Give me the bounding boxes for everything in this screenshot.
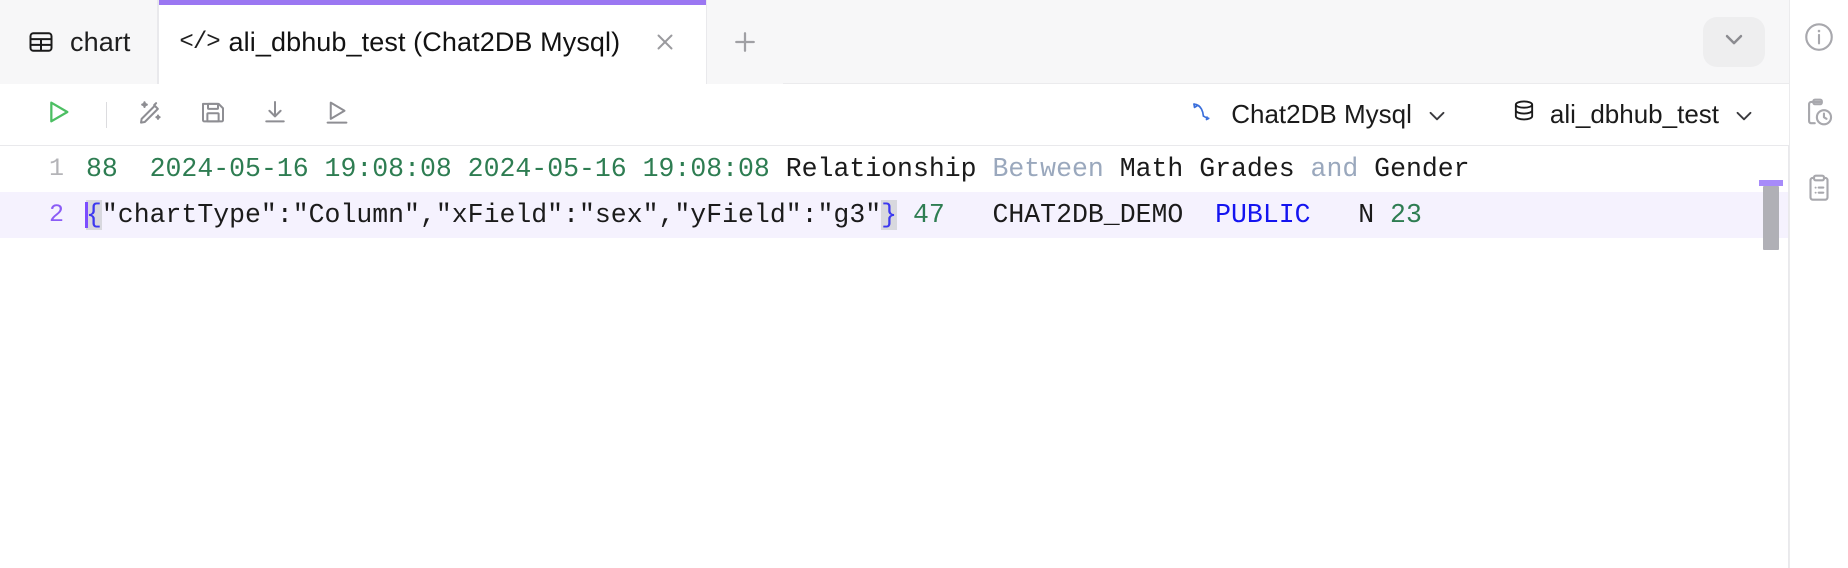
code-line-text[interactable]: {"chartType":"Column","xField":"sex","yF… — [86, 192, 1789, 238]
floppy-disk-icon — [198, 97, 228, 132]
download-button[interactable] — [249, 92, 301, 138]
right-sidebar — [1789, 0, 1848, 568]
chevron-down-icon — [1731, 102, 1757, 128]
tab-ali-dbhub-test-label: ali_dbhub_test (Chat2DB Mysql) — [228, 26, 621, 57]
execute-selection-button[interactable] — [311, 92, 363, 138]
chevron-down-icon — [1424, 102, 1450, 128]
mysql-dolphin-icon — [1189, 96, 1219, 133]
code-token-keyword: and — [1310, 154, 1375, 184]
editor-toolbar: Chat2DB Mysql ali_dbhub_test — [0, 84, 1789, 146]
database-select-label: ali_dbhub_test — [1549, 99, 1719, 129]
tab-bar: chart </> ali_dbhub_test (Chat2DB Mysql) — [0, 0, 1789, 84]
code-token: N — [1310, 200, 1391, 230]
line-number: 1 — [48, 154, 64, 183]
code-line-text[interactable]: 88 2024-05-16 19:08:08 2024-05-16 19:08:… — [86, 146, 1789, 192]
info-button[interactable] — [1796, 16, 1842, 62]
app-root: chart </> ali_dbhub_test (Chat2DB Mysql) — [0, 0, 1848, 568]
database-select[interactable]: ali_dbhub_test — [1502, 93, 1765, 136]
code-token: Relationship — [785, 154, 993, 184]
code-token-keyword: PUBLIC — [1215, 200, 1311, 230]
code-token: 88 — [86, 154, 150, 184]
sql-editor[interactable]: 1 88 2024-05-16 19:08:08 2024-05-16 19:0… — [0, 146, 1789, 568]
tab-bar-filler — [783, 0, 1789, 83]
info-icon — [1802, 20, 1836, 59]
code-tag-icon: </> — [179, 28, 220, 56]
play-triangle-icon — [42, 96, 74, 133]
code-token-keyword: Between — [992, 154, 1120, 184]
line-number: 2 — [48, 200, 64, 229]
editor-right-border — [1788, 146, 1789, 568]
code-token: "chartType":"Column","xField":"sex","yFi… — [101, 200, 882, 230]
tab-chart-label: chart — [70, 26, 131, 57]
saved-list-clipboard-icon — [1802, 172, 1836, 211]
connection-select-label: Chat2DB Mysql — [1231, 99, 1412, 129]
history-clipboard-icon — [1802, 96, 1836, 135]
table-grid-icon — [26, 27, 56, 57]
database-cylinder-icon — [1510, 97, 1538, 132]
run-sql-button[interactable] — [32, 92, 84, 138]
download-arrow-icon — [260, 97, 290, 132]
code-line: 1 88 2024-05-16 19:08:08 2024-05-16 19:0… — [0, 146, 1789, 192]
toolbar-divider — [106, 101, 107, 128]
code-token: 47 — [897, 200, 993, 230]
matching-brace-open: { — [86, 200, 102, 230]
vertical-scrollbar[interactable] — [1763, 186, 1779, 250]
saved-list-button[interactable] — [1796, 168, 1842, 214]
tab-ali-dbhub-test[interactable]: </> ali_dbhub_test (Chat2DB Mysql) — [157, 0, 708, 84]
main-column: chart </> ali_dbhub_test (Chat2DB Mysql) — [0, 0, 1789, 568]
tab-chart[interactable]: chart — [0, 0, 158, 84]
new-tab-button[interactable] — [707, 0, 784, 84]
close-icon[interactable] — [650, 27, 680, 57]
code-token: 2024-05-16 19:08:08 2024-05-16 19:08:08 — [149, 154, 786, 184]
code-token: 23 — [1390, 200, 1422, 230]
format-sql-button[interactable] — [125, 92, 177, 138]
connection-select[interactable]: Chat2DB Mysql — [1181, 92, 1458, 137]
code-token: Gender — [1374, 154, 1470, 184]
code-line-active: 2 {"chartType":"Column","xField":"sex","… — [0, 192, 1789, 238]
code-token: Math Grades — [1119, 154, 1311, 184]
matching-brace-close: } — [881, 200, 898, 230]
chevron-down-icon — [1720, 25, 1748, 58]
code-token: CHAT2DB_DEMO — [992, 200, 1216, 230]
history-button[interactable] — [1796, 92, 1842, 138]
save-button[interactable] — [187, 92, 239, 138]
tab-overflow-button[interactable] — [1703, 16, 1765, 67]
magic-wand-pencil-icon — [136, 97, 166, 132]
play-underline-icon — [322, 97, 352, 132]
